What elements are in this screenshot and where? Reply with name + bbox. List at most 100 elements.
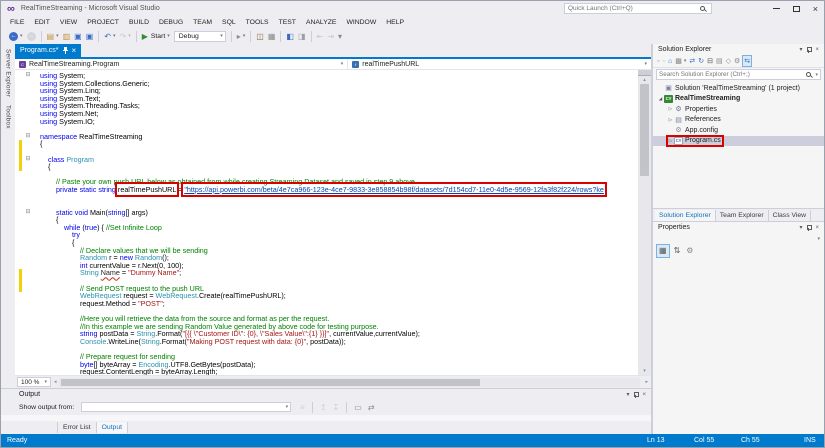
se-switch-views-icon[interactable]: ▩ ▾: [674, 55, 687, 67]
redo-icon[interactable]: ↷ ▾: [118, 29, 133, 43]
menu-file[interactable]: FILE: [5, 19, 29, 26]
props-alphabetical-icon[interactable]: ⇅: [672, 244, 683, 258]
scrollbar-thumb[interactable]: [640, 84, 649, 176]
menu-analyze[interactable]: ANALYZE: [301, 19, 341, 26]
tree-item-references[interactable]: ▷ ▤ References: [653, 115, 824, 126]
restore-button[interactable]: [792, 5, 800, 12]
scrollbar-thumb[interactable]: [61, 378, 480, 386]
output-messages-icon[interactable]: ≡: [298, 400, 307, 414]
tree-item-appconfig[interactable]: ⚙ App.config: [653, 125, 824, 136]
tree-item-solution[interactable]: ▣ Solution 'RealTimeStreaming' (1 project…: [653, 83, 824, 94]
push-url-link-annotation[interactable]: "https://api.powerbi.com/beta/4e7ca966-1…: [181, 181, 607, 197]
se-forward-icon[interactable]: ◦: [661, 55, 665, 67]
nav-backward-icon[interactable]: ← ▾: [7, 29, 25, 43]
find-in-files-icon[interactable]: ◫: [254, 29, 266, 43]
output-source-select[interactable]: ▾: [81, 402, 292, 412]
window-position-icon[interactable]: ▾: [799, 224, 802, 231]
properties-object-select[interactable]: ▾: [653, 233, 824, 244]
fold-toggle-icon[interactable]: ⊟: [22, 133, 34, 140]
fold-toggle-icon[interactable]: ⊟: [22, 209, 34, 216]
member-dropdown[interactable]: f realTimePushURL ▾: [348, 59, 651, 69]
open-file-icon[interactable]: ▥: [61, 29, 73, 43]
se-refresh-icon[interactable]: ↻: [697, 55, 705, 67]
props-property-pages-icon[interactable]: ⚙: [684, 244, 695, 258]
tab-programcs[interactable]: Program.cs* ×: [15, 44, 82, 57]
solution-explorer-search-box[interactable]: ▾: [656, 69, 821, 80]
menu-window[interactable]: WINDOW: [341, 19, 381, 26]
scroll-left-icon[interactable]: ◂: [51, 379, 60, 385]
solution-configurations-select[interactable]: Debug ▾: [172, 29, 228, 43]
menu-view[interactable]: VIEW: [55, 19, 82, 26]
menu-tools[interactable]: TOOLS: [241, 19, 274, 26]
type-dropdown[interactable]: C RealTimeStreaming.Program ▾: [15, 59, 349, 69]
side-tab-toolbox[interactable]: Toolbox: [5, 105, 12, 129]
dock-tab-class-view[interactable]: Class View: [769, 209, 812, 221]
attach-to-process-icon[interactable]: ▸ ▾: [235, 29, 248, 43]
output-clear-all-icon[interactable]: ▭: [352, 400, 364, 414]
bottom-tab-error-list[interactable]: Error List: [57, 422, 97, 433]
dock-tab-team-explorer[interactable]: Team Explorer: [716, 209, 769, 221]
command-window-icon[interactable]: ▦: [266, 29, 278, 43]
menu-debug[interactable]: DEBUG: [154, 19, 188, 26]
scroll-up-icon[interactable]: ▴: [643, 76, 646, 84]
se-collapse-all-icon[interactable]: ⊟: [706, 55, 714, 67]
pin-icon[interactable]: [807, 224, 813, 231]
window-position-icon[interactable]: ▾: [626, 391, 629, 398]
tree-item-programcs[interactable]: ▷ C# Program.cs: [653, 134, 824, 147]
decrease-indent-icon[interactable]: ⇤: [315, 29, 326, 43]
se-sync-with-active-doc-icon[interactable]: ⇆: [742, 55, 753, 67]
se-view-code-icon[interactable]: ◇: [725, 55, 732, 67]
se-home-icon[interactable]: ⌂: [667, 55, 673, 67]
close-icon[interactable]: ×: [815, 225, 819, 231]
output-prev-message-icon[interactable]: ↥: [318, 400, 329, 414]
pin-icon[interactable]: [634, 391, 640, 398]
nav-forward-icon[interactable]: →: [25, 29, 38, 43]
save-icon[interactable]: ▣: [72, 29, 84, 43]
menu-team[interactable]: TEAM: [188, 19, 217, 26]
quick-launch-input[interactable]: [568, 5, 700, 12]
close-icon[interactable]: ×: [815, 47, 819, 53]
minimize-button[interactable]: [772, 8, 780, 9]
side-tab-server-explorer[interactable]: Server Explorer: [5, 49, 12, 97]
menu-sql[interactable]: SQL: [217, 19, 241, 26]
close-tab-icon[interactable]: ×: [72, 46, 77, 55]
se-back-icon[interactable]: ◦: [656, 55, 660, 67]
output-next-message-icon[interactable]: ↧: [331, 400, 342, 414]
start-debug-button[interactable]: ▶ Start ▾: [140, 29, 172, 43]
bottom-tab-output[interactable]: Output: [96, 422, 128, 433]
scroll-right-icon[interactable]: ▸: [642, 379, 651, 385]
zoom-select[interactable]: 100 % ▾: [17, 377, 51, 387]
collapse-icon[interactable]: ◢: [657, 96, 664, 102]
expand-icon[interactable]: ▷: [667, 117, 674, 123]
quick-launch-box[interactable]: [564, 3, 712, 14]
undo-icon[interactable]: ↶ ▾: [102, 29, 117, 43]
menu-test[interactable]: TEST: [274, 19, 301, 26]
new-project-icon[interactable]: ▤ ▾: [45, 29, 61, 43]
solution-explorer-search-input[interactable]: [659, 71, 807, 78]
fold-toggle-icon[interactable]: ⊟: [22, 156, 34, 163]
se-pending-changes-icon[interactable]: ⇄: [688, 55, 696, 67]
pin-icon[interactable]: [62, 47, 68, 54]
tree-item-project-realtimestreaming[interactable]: ◢ C# RealTimeStreaming: [653, 94, 824, 105]
close-icon[interactable]: ×: [642, 392, 646, 398]
menu-build[interactable]: BUILD: [124, 19, 154, 26]
save-all-icon[interactable]: ▣: [84, 29, 96, 43]
toolbar-overflow-icon[interactable]: ▾: [336, 29, 344, 43]
fold-toggle-icon[interactable]: ⊟: [22, 72, 34, 79]
menu-help[interactable]: HELP: [381, 19, 409, 26]
se-show-all-files-icon[interactable]: ▤: [715, 55, 724, 67]
uncomment-lines-icon[interactable]: ◨: [296, 29, 308, 43]
menu-project[interactable]: PROJECT: [82, 19, 124, 26]
menu-edit[interactable]: EDIT: [29, 19, 54, 26]
horizontal-scrollbar[interactable]: [59, 377, 641, 387]
output-word-wrap-icon[interactable]: ⇄: [366, 400, 377, 414]
vertical-scrollbar[interactable]: ▴ ▾: [638, 70, 651, 375]
props-categorized-icon[interactable]: ▦: [656, 243, 670, 258]
scroll-down-icon[interactable]: ▾: [643, 367, 646, 375]
dock-tab-solution-explorer[interactable]: Solution Explorer: [655, 209, 716, 221]
comment-lines-icon[interactable]: ◧: [284, 29, 296, 43]
tree-item-properties[interactable]: ▷ ⚙ Properties: [653, 104, 824, 115]
close-button[interactable]: ×: [813, 4, 818, 13]
expand-icon[interactable]: ▷: [667, 106, 674, 112]
pin-icon[interactable]: [807, 46, 813, 53]
